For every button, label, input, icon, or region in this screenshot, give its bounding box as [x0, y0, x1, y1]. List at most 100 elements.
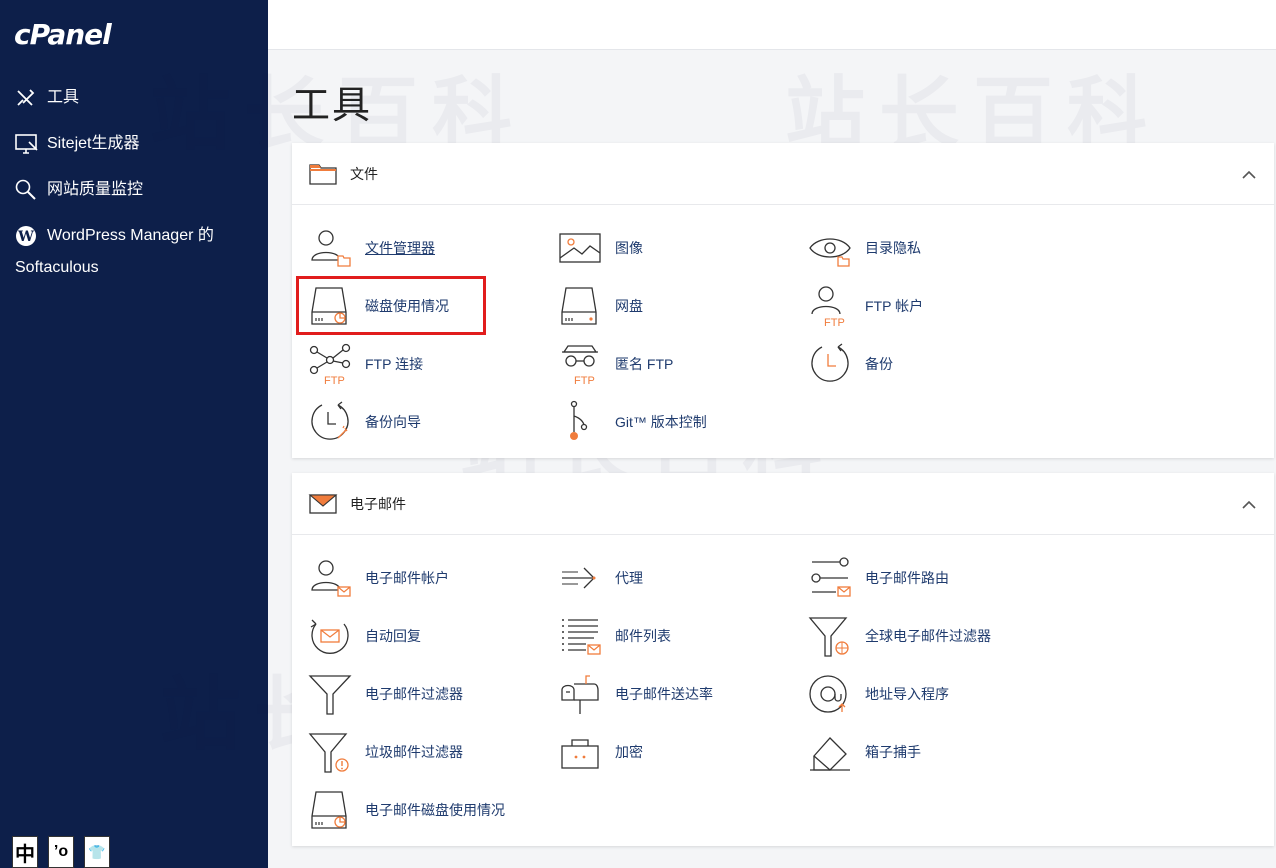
tool-directory-privacy[interactable]: 目录隐私 [808, 219, 1058, 277]
web-disk-icon [561, 287, 597, 325]
tool-spam-filters[interactable]: 垃圾邮件过滤器 [308, 723, 558, 781]
sidebar-item-label-line2: Softaculous [15, 259, 99, 276]
envelope-icon [308, 492, 338, 516]
folder-icon [308, 162, 338, 186]
user-folder-icon [311, 230, 351, 267]
spam-filter-icon [308, 733, 349, 773]
eye-folder-icon [809, 238, 851, 267]
mailing-list-icon [562, 619, 601, 655]
tool-web-disk[interactable]: 网盘 [558, 277, 808, 335]
tool-images[interactable]: 图像 [558, 219, 808, 277]
git-branch-icon [570, 400, 588, 440]
language-bar: 中 ’o 👕 [12, 836, 110, 868]
monitor-icon [15, 128, 41, 160]
tool-label: 电子邮件过滤器 [365, 686, 463, 702]
svg-text:FTP: FTP [574, 375, 595, 386]
tool-label: FTP 帐户 [865, 298, 924, 314]
tool-autoresponders[interactable]: 自动回复 [308, 607, 558, 665]
tools-icon [15, 82, 41, 114]
tool-label: 加密 [615, 744, 643, 760]
tool-label: 电子邮件送达率 [615, 686, 713, 702]
anonymous-ftp-icon: FTP [562, 345, 598, 386]
tool-label: 图像 [615, 240, 643, 256]
sidebar-item-sitejet[interactable]: Sitejet生成器 [0, 128, 268, 160]
tool-encryption[interactable]: 加密 [558, 723, 808, 781]
tool-label: 自动回复 [365, 628, 421, 644]
filter-icon [308, 675, 352, 715]
tool-label: 邮件列表 [615, 628, 671, 644]
email-tool-grid: 电子邮件帐户 代理 电子邮件路由 自动回复 邮件列表 全球电子邮件过滤器 电子邮… [292, 535, 1274, 839]
sidebar-item-label: 网站质量监控 [47, 181, 144, 198]
sidebar-nav: 工具 Sitejet生成器 网站质量监控 W WordPress Manager… [0, 82, 268, 284]
tool-anonymous-ftp[interactable]: FTP 匿名 FTP [558, 335, 808, 393]
sidebar-item-label: WordPress Manager 的 [47, 227, 214, 244]
chevron-up-icon[interactable] [1242, 497, 1256, 515]
language-button-3[interactable]: 👕 [84, 836, 110, 868]
tool-file-manager[interactable]: 文件管理器 [308, 219, 558, 277]
tool-address-importer[interactable]: 地址导入程序 [808, 665, 1058, 723]
cpanel-logo[interactable]: cPanel [14, 18, 112, 51]
ftp-network-icon: FTP [309, 343, 351, 386]
global-filter-icon [808, 617, 849, 657]
page-title: 工具 [292, 85, 373, 127]
tool-label: 地址导入程序 [865, 686, 949, 702]
tool-backup-wizard[interactable]: 备份向导 [308, 393, 558, 451]
tool-backup[interactable]: 备份 [808, 335, 1058, 393]
language-button-zh[interactable]: 中 [12, 836, 38, 868]
image-icon [559, 233, 601, 263]
files-panel-title: 文件 [350, 165, 378, 182]
tool-label: 文件管理器 [365, 240, 435, 256]
tool-global-email-filters[interactable]: 全球电子邮件过滤器 [808, 607, 1058, 665]
user-mail-icon [311, 560, 351, 597]
tool-email-deliverability[interactable]: 电子邮件送达率 [558, 665, 808, 723]
mailbox-icon [561, 675, 599, 714]
tool-boxtrapper[interactable]: 箱子捕手 [808, 723, 1058, 781]
tool-forwarders[interactable]: 代理 [558, 549, 808, 607]
chevron-up-icon[interactable] [1242, 167, 1256, 185]
svg-text:FTP: FTP [824, 317, 845, 328]
forward-arrow-icon [562, 567, 596, 589]
tool-label: 磁盘使用情况 [365, 298, 449, 314]
sidebar-item-wordpress[interactable]: W WordPress Manager 的 Softaculous [0, 220, 268, 284]
autoresponder-icon [310, 619, 349, 654]
disk-usage-icon [311, 287, 347, 325]
sidebar: cPanel 工具 Sitejet生成器 网站质量监控 W WordPress … [0, 0, 268, 868]
tool-label: FTP 连接 [365, 356, 424, 372]
wordpress-icon: W [15, 220, 41, 252]
email-panel-header[interactable]: 电子邮件 [292, 473, 1274, 535]
files-tool-grid: 文件管理器 图像 目录隐私 磁盘使用情况 网盘 FTP FTP 帐户 FTP F… [292, 205, 1274, 451]
tool-label: 代理 [615, 570, 643, 586]
at-sign-icon [809, 675, 847, 713]
sidebar-item-site-quality[interactable]: 网站质量监控 [0, 174, 268, 206]
ftp-account-icon: FTP [811, 286, 845, 328]
tool-email-disk-usage[interactable]: 电子邮件磁盘使用情况 [308, 781, 558, 839]
tool-label: 备份 [865, 356, 893, 372]
tool-label: 电子邮件路由 [865, 570, 949, 586]
top-header [268, 0, 1276, 50]
email-panel: 电子邮件 电子邮件帐户 代理 电子邮件路由 自动回复 邮件列表 全球电子邮件过滤… [292, 473, 1274, 846]
tool-ftp-accounts[interactable]: FTP FTP 帐户 [808, 277, 1058, 335]
language-button-2[interactable]: ’o [48, 836, 74, 868]
tool-email-routing[interactable]: 电子邮件路由 [808, 549, 1058, 607]
backup-clock-icon [811, 343, 849, 382]
backup-wizard-icon [311, 401, 349, 440]
files-panel: 文件 文件管理器 图像 目录隐私 磁盘使用情况 网盘 FTP FTP 帐户 FT… [292, 143, 1274, 458]
svg-text:W: W [17, 229, 34, 245]
encryption-icon [561, 739, 599, 769]
tool-label: 全球电子邮件过滤器 [865, 628, 991, 644]
tool-label: 电子邮件帐户 [365, 570, 449, 586]
routing-icon [811, 557, 851, 597]
tool-mailing-lists[interactable]: 邮件列表 [558, 607, 808, 665]
tool-email-filters[interactable]: 电子邮件过滤器 [308, 665, 558, 723]
files-panel-header[interactable]: 文件 [292, 143, 1274, 205]
email-panel-title: 电子邮件 [350, 495, 406, 512]
sidebar-item-label: Sitejet生成器 [47, 135, 140, 152]
disk-usage-icon [311, 791, 347, 829]
tool-git-version-control[interactable]: Git™ 版本控制 [558, 393, 808, 451]
tool-disk-usage[interactable]: 磁盘使用情况 [308, 277, 558, 335]
tool-label: Git™ 版本控制 [615, 414, 707, 430]
tool-email-accounts[interactable]: 电子邮件帐户 [308, 549, 558, 607]
sidebar-item-tools[interactable]: 工具 [0, 82, 268, 114]
tool-label: 目录隐私 [865, 240, 921, 256]
tool-ftp-connections[interactable]: FTP FTP 连接 [308, 335, 558, 393]
